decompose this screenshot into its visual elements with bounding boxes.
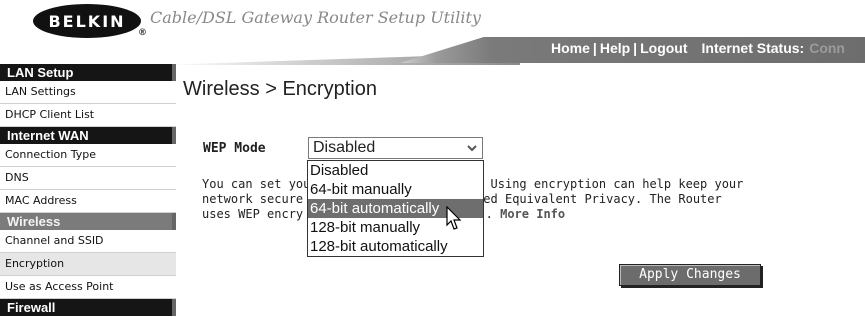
sidebar-section-internet-wan: Internet WAN <box>0 127 176 144</box>
sidebar-item-encryption[interactable]: Encryption <box>0 253 176 276</box>
sidebar-item-dns[interactable]: DNS <box>0 167 176 190</box>
sidebar-item-lan-settings[interactable]: LAN Settings <box>0 81 176 104</box>
internet-status-label: Internet Status: <box>701 40 805 56</box>
chevron-down-icon[interactable] <box>464 140 480 156</box>
mouse-pointer-icon <box>446 206 462 230</box>
description-text-3a: uses WEP encry <box>202 207 304 221</box>
description-text-1b: e. Using encryption can help keep your <box>468 177 744 191</box>
app-title: Cable/DSL Gateway Router Setup Utility <box>150 8 481 27</box>
nav-home-link[interactable]: Home <box>551 40 590 56</box>
top-navigation: Home | Help | Logout Internet Status: Co… <box>551 39 845 57</box>
internet-status-value: Conn <box>809 40 845 56</box>
description-text-1a: You can set you <box>202 177 311 191</box>
description-text-2b: Wired Equivalent Privacy. The Router <box>461 192 722 206</box>
sidebar-section-wireless: Wireless <box>0 213 176 230</box>
nav-logout-link[interactable]: Logout <box>640 40 687 56</box>
wep-mode-selected-value: Disabled <box>313 139 376 156</box>
nav-separator: | <box>633 40 638 56</box>
sidebar-item-connection-type[interactable]: Connection Type <box>0 144 176 167</box>
sidebar-section-lan-setup: LAN Setup <box>0 64 176 81</box>
sidebar: LAN Setup LAN Settings DHCP Client List … <box>0 64 176 316</box>
logo-text: BELKIN <box>48 11 126 31</box>
description-text-3b: . <box>485 207 493 221</box>
sidebar-section-firewall: Firewall <box>0 299 176 316</box>
wep-option-64-bit-manually[interactable]: 64-bit manually <box>308 180 483 199</box>
sidebar-item-channel-and-ssid[interactable]: Channel and SSID <box>0 230 176 253</box>
wep-option-disabled[interactable]: Disabled <box>308 161 483 180</box>
sidebar-item-use-as-access-point[interactable]: Use as Access Point <box>0 276 176 299</box>
page-title: Wireless > Encryption <box>183 78 377 100</box>
description-text-2a: network secure <box>202 192 304 206</box>
wep-option-128-bit-automatically[interactable]: 128-bit automatically <box>308 237 483 256</box>
apply-changes-button[interactable]: Apply Changes <box>619 264 761 286</box>
more-info-link[interactable]: More Info <box>500 207 565 221</box>
nav-help-link[interactable]: Help <box>600 40 630 56</box>
wep-mode-select[interactable]: Disabled <box>308 137 483 159</box>
nav-separator: | <box>592 40 597 56</box>
sidebar-item-dhcp-client-list[interactable]: DHCP Client List <box>0 104 176 127</box>
sidebar-item-mac-address[interactable]: MAC Address <box>0 190 176 213</box>
wep-mode-label: WEP Mode <box>203 141 266 156</box>
